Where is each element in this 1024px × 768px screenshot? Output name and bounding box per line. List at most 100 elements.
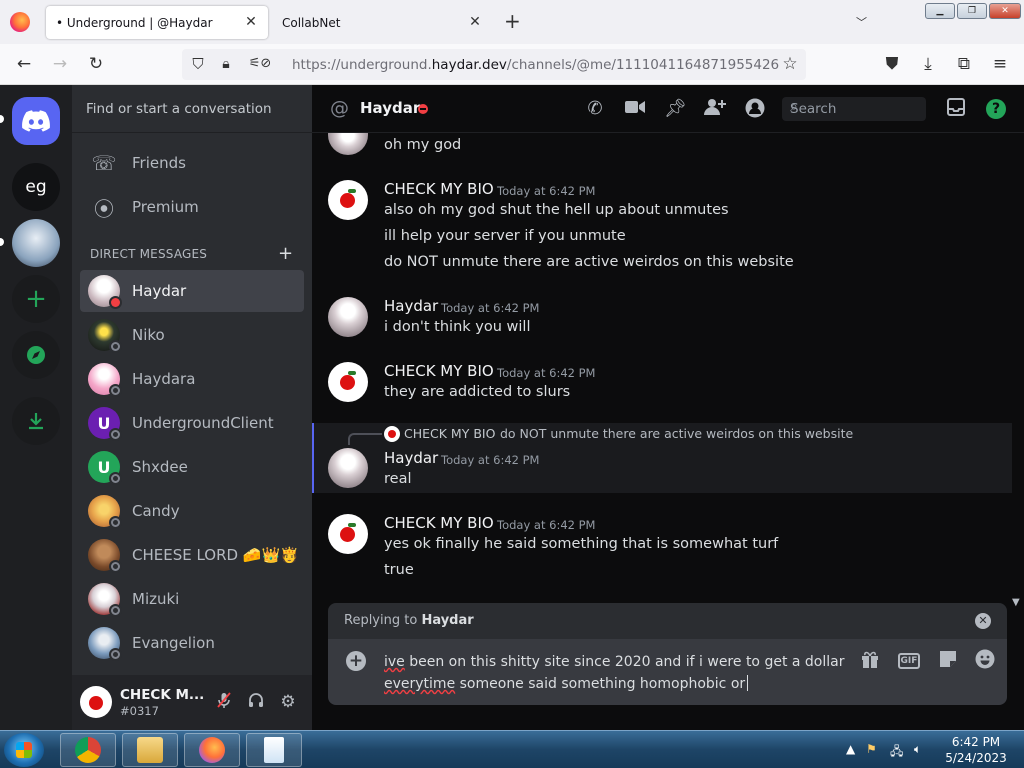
dm-item-niko[interactable]: Niko (80, 314, 304, 356)
sidebar-item-label: Friends (132, 154, 186, 172)
status-offline-icon (109, 384, 122, 397)
voice-call-icon[interactable]: ✆ (584, 98, 606, 120)
message-author[interactable]: Haydar (384, 297, 438, 315)
folder-icon (137, 737, 163, 763)
new-tab-icon[interactable]: + (504, 11, 521, 31)
dm-item-shxdee[interactable]: U Shxdee (80, 446, 304, 488)
dm-item-mizuki[interactable]: Mizuki (80, 578, 304, 620)
tab-title: CollabNet (282, 15, 341, 30)
system-clock[interactable]: 6:42 PM 5/24/2023 (944, 734, 1008, 766)
message-text: do NOT unmute there are active weirdos o… (384, 254, 794, 270)
scroll-down-icon[interactable]: ▼ (1012, 597, 1020, 608)
at-icon: @ (330, 97, 349, 119)
avatar[interactable] (328, 180, 368, 220)
avatar[interactable] (80, 686, 112, 718)
gift-icon[interactable] (858, 649, 882, 673)
gif-button[interactable]: GIF (898, 653, 920, 669)
lock-icon[interactable]: 🔒︎ (216, 54, 236, 74)
permissions-icon[interactable]: ⚟⊘ (242, 54, 278, 74)
dm-item-candy[interactable]: Candy (80, 490, 304, 532)
headphones-icon[interactable] (245, 691, 267, 713)
channel-title: Haydar (360, 99, 421, 117)
message-author[interactable]: CHECK MY BIO (384, 180, 494, 198)
inbox-icon[interactable] (945, 98, 967, 120)
message-text: ill help your server if you unmute (384, 228, 626, 244)
firefox-icon[interactable] (10, 12, 30, 32)
discord-home-icon[interactable] (12, 97, 60, 145)
avatar[interactable] (328, 362, 368, 402)
flag-icon[interactable]: ⚑ (866, 742, 877, 756)
add-friends-to-dm-icon[interactable] (704, 98, 726, 120)
cancel-reply-icon[interactable]: ✕ (975, 613, 991, 629)
minimize-button[interactable]: ▁ (925, 3, 955, 19)
create-dm-icon[interactable]: + (278, 243, 293, 264)
back-icon[interactable]: ← (14, 54, 34, 74)
download-apps-icon[interactable] (12, 397, 60, 445)
find-conversation-button[interactable]: Find or start a conversation (72, 85, 312, 133)
volume-icon[interactable]: 🔈︎ (914, 742, 921, 757)
add-server-icon[interactable]: + (12, 275, 60, 323)
video-call-icon[interactable] (624, 98, 646, 120)
dm-item-haydara[interactable]: Haydara (80, 358, 304, 400)
taskbar-firefox[interactable] (184, 733, 240, 767)
close-icon[interactable]: ✕ (466, 13, 484, 31)
guild-anime-avatar[interactable] (12, 219, 60, 267)
firefox-icon (199, 737, 225, 763)
compass-icon[interactable] (12, 331, 60, 379)
message-author[interactable]: Haydar (384, 449, 438, 467)
close-window-button[interactable]: ✕ (989, 3, 1021, 19)
sidebar-item-premium[interactable]: ⦿ Premium (80, 186, 304, 228)
gif-label: GIF (900, 656, 918, 666)
upload-plus-icon[interactable]: + (346, 651, 366, 671)
avatar[interactable] (328, 514, 368, 554)
taskbar-explorer[interactable] (122, 733, 178, 767)
avatar[interactable] (328, 448, 368, 488)
message-timestamp: Today at 6:42 PM (497, 184, 596, 198)
mute-mic-icon[interactable] (213, 691, 235, 713)
dm-item-undergroundclient[interactable]: U UndergroundClient (80, 402, 304, 444)
dm-section-header: DIRECT MESSAGES (90, 247, 208, 261)
extensions-icon[interactable]: ⧉ (954, 54, 974, 74)
dm-item-evangelion[interactable]: Evangelion (80, 622, 304, 664)
message-author[interactable]: CHECK MY BIO (384, 362, 494, 380)
reload-icon[interactable]: ↻ (86, 54, 106, 74)
dm-item-haydar[interactable]: Haydar (80, 270, 304, 312)
shield-icon[interactable]: ⛉ (188, 54, 208, 74)
text-caret (747, 675, 749, 691)
close-icon[interactable]: ✕ (242, 13, 260, 31)
tab-underground[interactable]: • Underground | @Haydar ✕ (46, 6, 268, 39)
pinned-messages-icon[interactable]: 📌︎ (664, 98, 687, 120)
message-author[interactable]: CHECK MY BIO (384, 514, 494, 532)
sidebar-item-friends[interactable]: ☏ Friends (80, 142, 304, 184)
pocket-icon[interactable]: ⛊ (882, 54, 902, 74)
dm-name: Mizuki (132, 590, 180, 608)
message-input[interactable]: + ive been on this shitty site since 202… (328, 639, 1007, 705)
search-input[interactable]: Search ⌕ (782, 97, 926, 121)
emoji-icon[interactable] (973, 649, 997, 673)
dm-sidebar: Find or start a conversation ☏ Friends ⦿… (72, 85, 312, 730)
start-button[interactable] (4, 733, 44, 767)
menu-icon[interactable]: ≡ (990, 54, 1010, 74)
forward-icon[interactable]: → (50, 54, 70, 74)
downloads-icon[interactable]: ⤓ (918, 54, 938, 74)
network-icon[interactable]: 🖧︎ (890, 742, 903, 763)
dm-item-cheese-lord[interactable]: CHEESE LORD 🧀👑🫅 (80, 534, 304, 576)
settings-gear-icon[interactable]: ⚙ (277, 691, 299, 713)
maximize-button[interactable]: ❐ (957, 3, 987, 19)
url-path: /channels/@me/1111041164871955426 (506, 57, 780, 73)
avatar[interactable] (328, 297, 368, 337)
guild-eg[interactable]: eg (12, 163, 60, 211)
tab-collabnet[interactable]: CollabNet ✕ (272, 6, 492, 39)
url-bar[interactable]: ⛉ 🔒︎ ⚟⊘ https://underground.haydar.dev/c… (182, 49, 806, 80)
sticker-icon[interactable] (936, 649, 960, 673)
bookmark-star-icon[interactable]: ☆ (780, 54, 800, 74)
user-profile-icon[interactable] (744, 98, 766, 120)
chevron-down-icon[interactable]: ﹀ (856, 14, 867, 30)
show-hidden-icons-icon[interactable]: ▲ (846, 742, 855, 756)
taskbar-chrome[interactable] (60, 733, 116, 767)
help-icon[interactable]: ? (986, 99, 1006, 119)
reply-preview[interactable]: do NOT unmute there are active weirdos o… (500, 426, 853, 441)
reply-author[interactable]: CHECK MY BIO (404, 426, 495, 441)
message-draft-text[interactable]: ive been on this shitty site since 2020 … (384, 651, 854, 695)
taskbar-notepad[interactable] (246, 733, 302, 767)
